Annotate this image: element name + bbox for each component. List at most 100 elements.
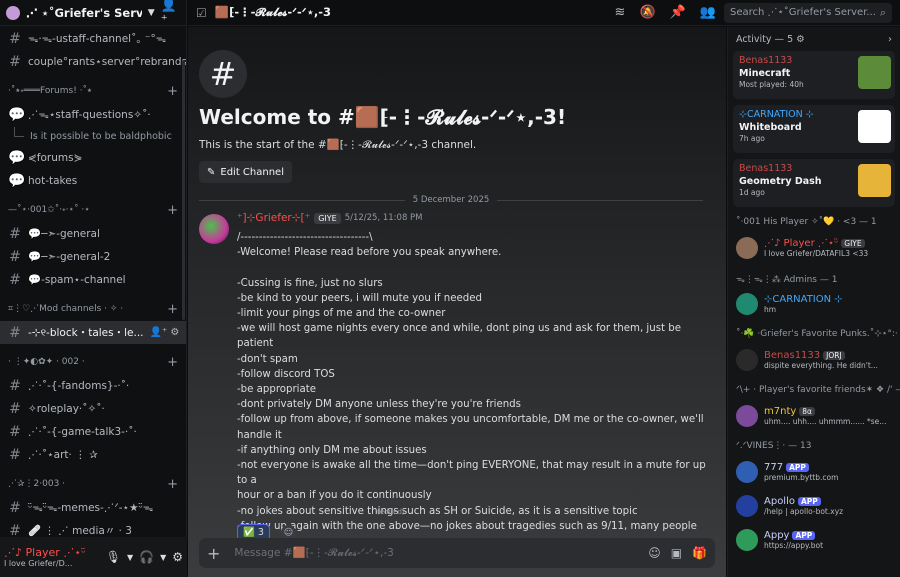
search-input[interactable]: Search ⋰⋆˚Griefer's Server... ⌕: [724, 2, 892, 23]
channel-item[interactable]: # 💬─➣-general: [0, 222, 186, 245]
sidebar-scrollbar[interactable]: [182, 60, 185, 320]
settings-gear-icon[interactable]: ⚙: [172, 550, 183, 564]
channel-label: ⋰ᯓ⋆staff-questions✧˚⋅: [28, 108, 151, 121]
emoji-icon[interactable]: ☺: [648, 546, 661, 560]
server-header[interactable]: ⋰ ⋆˚Griefer's Serve... ▼ 👤⁺: [0, 0, 186, 28]
timestamp: 5/12/25, 11:08 PM: [344, 213, 423, 223]
member-item[interactable]: m7nty 8α uhm.... uhh.... uhmmm...... *se..…: [728, 399, 900, 433]
channel-item[interactable]: # 🩹 ⋮ ⋰ media〃 ⋅ 3: [0, 519, 186, 538]
user-status: I love Griefer/D...: [4, 559, 73, 568]
message-line: hour or a ban if you do it continuously: [237, 490, 432, 502]
invite-icon[interactable]: 👤⁺: [161, 0, 180, 28]
invite-settings-icons[interactable]: 👤⁺ ⚙: [150, 327, 180, 338]
member-item[interactable]: Benas1133 JORJ dispite everything. He didn…: [728, 343, 900, 377]
channel-category[interactable]: —˚⋆⋅001✩˚⋅˖⋅⋆˚ ⋅⋆ +: [0, 198, 186, 222]
thread-item[interactable]: Is it possible to be baldphobic: [0, 126, 186, 146]
member-item[interactable]: ⋰♪ Player ⋰⋆ᵕ̈ GIYE I love Griefer/DATAFIL…: [728, 231, 900, 265]
welcome-subtitle: This is the start of the #🟫⁅-⋮-𝓡𝓾𝓵𝓮𝓼-ᐟ-ᐟ…: [199, 139, 477, 151]
channel-category[interactable]: ⋰✰⋮2⋅003 ⋅ +: [0, 472, 186, 496]
gear-icon[interactable]: ⚙: [796, 34, 805, 45]
channel-category[interactable]: ⋅˚⭑˖═══Forums! ⋅˚⭑ +: [0, 79, 186, 103]
channel-item[interactable]: # ⋰⋅˚-{-fandoms}-⋅˚⋅: [0, 374, 186, 397]
channel-item[interactable]: # ⋰⋅˚⋆art⋅ ⋮ ✰: [0, 443, 186, 466]
channel-label: 💬-spam⋆-channel: [28, 274, 126, 286]
forum-channel-item[interactable]: 💬 ⋰ᯓ⋆staff-questions✧˚⋅: [0, 103, 186, 126]
category-label: —˚⋆⋅001✩˚⋅˖⋅⋆˚ ⋅⋆: [8, 205, 90, 215]
message-line: handle it: [237, 429, 282, 441]
app-badge: APP: [792, 531, 816, 540]
member-item[interactable]: 777 APP premium.byttb.com: [728, 455, 900, 489]
member-name: Apollo: [764, 496, 795, 507]
chevron-down-icon[interactable]: ▼: [148, 8, 155, 18]
guild-tag: GIYE: [841, 239, 865, 248]
member-item[interactable]: Appy APP https://appy.bot: [728, 523, 900, 557]
channel-item[interactable]: # -⊹୧-block・tales・le... 👤⁺ ⚙: [0, 321, 186, 344]
message-line: -be kind to your peers, i will mute you …: [237, 292, 482, 304]
channel-item[interactable]: # couple°rants⋆server°rebrands: [0, 50, 186, 73]
forum-channel-item[interactable]: 💬 hot-takes: [0, 169, 186, 192]
add-channel-plus-icon[interactable]: +: [167, 477, 178, 492]
avatar: [736, 461, 758, 483]
gift-icon[interactable]: 🎁: [692, 546, 707, 560]
activity-title: Activity — 5: [736, 33, 794, 45]
server-icon: [6, 5, 20, 20]
member-group-header: ˚⋅001 His Player ✧˚💛 ⋅ <3 — 1: [736, 217, 877, 227]
channel-category[interactable]: ⋅ ⋮✦◐✿✦ ⋅ 002 ⋅ +: [0, 350, 186, 374]
thread-spine: [14, 127, 24, 137]
forum-icon: 💬: [8, 172, 26, 189]
activity-cards: Benas1133 Minecraft Most played: 40h ⊹CARNA…: [728, 51, 900, 207]
message-line: -we will host game nights every once and…: [237, 323, 681, 350]
reaction-count: 3: [257, 527, 264, 538]
add-channel-plus-icon[interactable]: +: [167, 84, 178, 99]
guild-tag[interactable]: GIYE: [314, 212, 341, 224]
composer-icons: ☺ ▣ 🎁: [648, 546, 707, 560]
member-group-header: ᐟ.ᐟVINES⋮⋅ — 13: [736, 441, 812, 451]
chevron-down-icon[interactable]: ▼: [127, 553, 133, 562]
activity-header[interactable]: Activity — 5 ⚙ ›: [728, 27, 900, 51]
avatar: [736, 529, 758, 551]
channel-label: ✧roleplay⋅˚✧˚⋅: [28, 402, 105, 415]
message-composer[interactable]: + Message #🟫⁅-⋮-𝓡𝓾𝓵𝓮𝓼-ᐟ-ᐟ⋆,-3 ☺ ▣ 🎁: [199, 538, 715, 568]
channel-item[interactable]: # 💬-spam⋆-channel: [0, 268, 186, 291]
forum-channel-item[interactable]: 💬 ⋞forums⋟: [0, 146, 186, 169]
hash-icon: #: [9, 499, 21, 516]
microphone-icon[interactable]: 🎙: [106, 550, 121, 564]
threads-icon[interactable]: ≋: [615, 5, 626, 20]
forum-icon: 💬: [8, 149, 26, 166]
channel-item[interactable]: # 💬─➣-general-2: [0, 245, 186, 268]
channel-category[interactable]: ⌗⋮♡⋰Mod channels ⋅ ✧ ⋅ +: [0, 297, 186, 321]
member-list-icon[interactable]: 👥: [700, 5, 716, 20]
member-item[interactable]: ⊹CARNATION ⊹ hm: [728, 287, 900, 321]
edit-channel-button[interactable]: ✎ Edit Channel: [199, 161, 292, 183]
add-channel-plus-icon[interactable]: +: [167, 203, 178, 218]
add-channel-plus-icon[interactable]: +: [167, 302, 178, 317]
hash-icon: #: [9, 225, 21, 242]
add-channel-plus-icon[interactable]: +: [167, 355, 178, 370]
member-status: dispite everything. He didn't...: [764, 361, 878, 370]
chevron-right-icon[interactable]: ›: [888, 34, 892, 45]
channel-item[interactable]: # ⋰⋅˚-{-game-talk3-⋅˚⋅: [0, 420, 186, 443]
author-name[interactable]: ⁺]⊹Griefer⊹[⁺: [237, 212, 310, 224]
activity-card[interactable]: ⊹CARNATION ⊹ Whiteboard 7h ago: [733, 105, 895, 153]
channel-item[interactable]: # ✧roleplay⋅˚✧˚⋅: [0, 397, 186, 420]
activity-card[interactable]: Benas1133 Geometry Dash 1d ago: [733, 159, 895, 207]
member-list: ˚⋅001 His Player ✧˚💛 ⋅ <3 — 1 ⋰♪ Player ⋰…: [728, 213, 900, 557]
pin-icon[interactable]: 📌: [670, 5, 686, 20]
message-line: [237, 260, 707, 275]
user-info[interactable]: ⋰♪ Player ⋰⋆ᵕ̈ I love Griefer/D...: [4, 546, 100, 568]
forum-icon: 💬: [8, 106, 26, 123]
headphones-icon[interactable]: 🎧: [139, 550, 154, 564]
gif-icon[interactable]: ▣: [671, 546, 682, 560]
channel-item[interactable]: # ᵕ̈ᯓᵕ̈ᯓ-memes-⋰ᐟ-⋆★ᵕ̈ᯓ: [0, 496, 186, 519]
member-item[interactable]: Apollo APP/help | apollo-bot.xyz: [728, 489, 900, 523]
author-avatar[interactable]: [199, 214, 229, 244]
mute-bell-icon[interactable]: 🔕: [639, 5, 655, 20]
channel-topbar: ☑ 🟫⁅-⋮-𝓡𝓾𝓵𝓮𝓼-ᐟ-ᐟ⋆,-3 ≋ 🔕 📌 👥 Search ⋰⋆˚G…: [188, 0, 900, 26]
hash-icon: #: [9, 423, 21, 440]
chevron-down-icon[interactable]: ▼: [160, 553, 166, 562]
channel-item[interactable]: # ᯓ·ᯓ-ustaff-channel˚｡ ⁻°ᯓ: [0, 27, 186, 50]
avatar: [736, 349, 758, 371]
activity-card[interactable]: Benas1133 Minecraft Most played: 40h: [733, 51, 895, 99]
attach-plus-icon[interactable]: +: [207, 544, 220, 563]
hash-icon: #: [9, 400, 21, 417]
